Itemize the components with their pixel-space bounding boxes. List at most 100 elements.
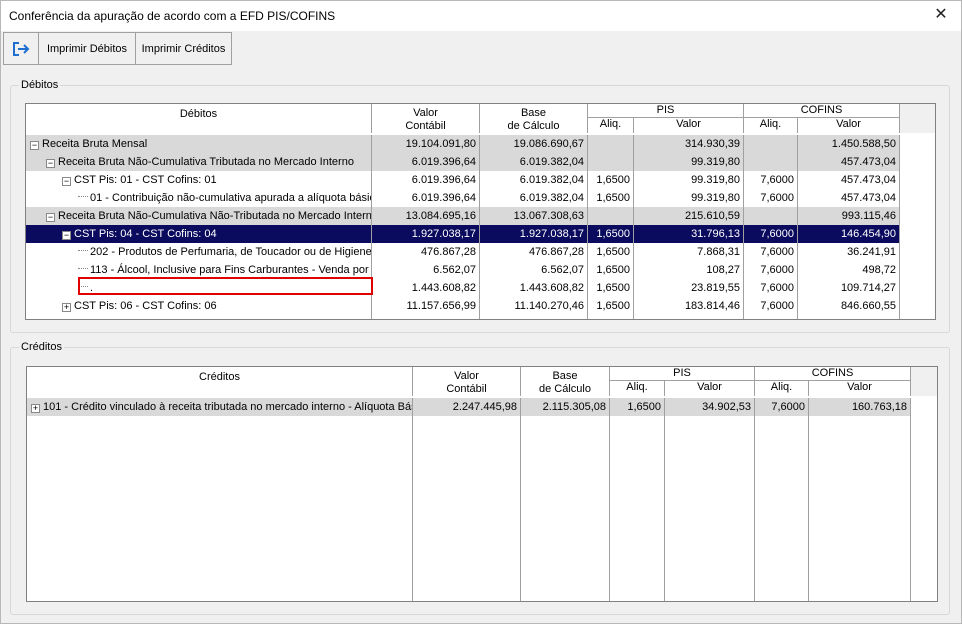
table-row[interactable]: − CST Pis: 01 - CST Cofins: 01 6.019.396,6…: [26, 171, 900, 189]
row-label-cell[interactable]: − Receita Bruta Não-Cumulativa Tributada …: [26, 153, 372, 171]
table-row[interactable]: + CST Pis: 06 - CST Cofins: 06 11.157.656,…: [26, 297, 900, 315]
row-pis_aliq-cell[interactable]: [588, 207, 634, 225]
row-vc-cell[interactable]: 6.019.396,64: [372, 189, 480, 207]
row-vc-cell[interactable]: 13.084.695,16: [372, 207, 480, 225]
row-pis_valor-cell[interactable]: 7.868,31: [634, 243, 744, 261]
collapse-icon[interactable]: −: [62, 177, 71, 186]
row-cof_valor-cell[interactable]: 498,72: [798, 261, 900, 279]
row-bc-cell[interactable]: 1.443.608,82: [480, 279, 588, 297]
header-cred-cofins-aliq[interactable]: Aliq.: [755, 381, 809, 396]
row-pis_aliq-cell[interactable]: [588, 153, 634, 171]
row-vc-cell[interactable]: 476.867,28: [372, 243, 480, 261]
row-pis_valor-cell[interactable]: 31.796,13: [634, 225, 744, 243]
collapse-icon[interactable]: −: [46, 213, 55, 222]
row-cof_aliq-cell[interactable]: 7,6000: [744, 189, 798, 207]
row-vc-cell[interactable]: 6.562,07: [372, 261, 480, 279]
row-pis_valor-cell[interactable]: 34.902,53: [665, 398, 755, 416]
header-cred-cofins-valor[interactable]: Valor: [809, 381, 911, 396]
table-row[interactable]: +101 - Crédito vinculado à receita tribu…: [27, 398, 911, 416]
row-label-cell[interactable]: 202 - Produtos de Perfumaria, de Toucado…: [26, 243, 372, 261]
print-debits-button[interactable]: Imprimir Débitos: [38, 32, 136, 65]
row-label-cell[interactable]: − Receita Bruta Mensal: [26, 135, 372, 153]
row-vc-cell[interactable]: 6.019.396,64: [372, 153, 480, 171]
row-label-cell[interactable]: − CST Pis: 04 - CST Cofins: 04: [26, 225, 372, 243]
row-pis_aliq-cell[interactable]: 1,6500: [588, 189, 634, 207]
header-debitos[interactable]: Débitos: [26, 104, 372, 133]
row-cof_valor-cell[interactable]: 457.473,04: [798, 189, 900, 207]
header-creditos[interactable]: Créditos: [27, 367, 413, 396]
row-pis_aliq-cell[interactable]: 1,6500: [588, 225, 634, 243]
row-pis_valor-cell[interactable]: 99.319,80: [634, 153, 744, 171]
table-row[interactable]: − CST Pis: 04 - CST Cofins: 04 1.927.038,1…: [26, 225, 900, 243]
row-label-cell[interactable]: +101 - Crédito vinculado à receita tribu…: [27, 398, 413, 416]
row-cof_valor-cell[interactable]: 846.660,55: [798, 297, 900, 315]
header-cred-pis-valor[interactable]: Valor: [665, 381, 755, 396]
row-bc-cell[interactable]: 13.067.308,63: [480, 207, 588, 225]
table-row[interactable]: 01 - Contribuição não-cumulativa apurada…: [26, 189, 900, 207]
row-vc-cell[interactable]: 11.157.656,99: [372, 297, 480, 315]
row-cof_valor-cell[interactable]: 993.115,46: [798, 207, 900, 225]
row-bc-cell[interactable]: 6.019.382,04: [480, 153, 588, 171]
row-bc-cell[interactable]: 1.927.038,17: [480, 225, 588, 243]
expand-icon[interactable]: +: [62, 303, 71, 312]
collapse-icon[interactable]: −: [62, 231, 71, 240]
header-pis-valor[interactable]: Valor: [634, 118, 744, 133]
row-cof_aliq-cell[interactable]: 7,6000: [755, 398, 809, 416]
row-cof_valor-cell[interactable]: 146.454,90: [798, 225, 900, 243]
header-cofins-aliq[interactable]: Aliq.: [744, 118, 798, 133]
row-cof_valor-cell[interactable]: 457.473,04: [798, 171, 900, 189]
row-bc-cell[interactable]: 11.140.270,46: [480, 297, 588, 315]
header-cred-pis-aliq[interactable]: Aliq.: [610, 381, 665, 396]
table-row[interactable]: 202 - Produtos de Perfumaria, de Toucado…: [26, 243, 900, 261]
row-cof_aliq-cell[interactable]: 7,6000: [744, 261, 798, 279]
row-cof_aliq-cell[interactable]: [744, 135, 798, 153]
row-vc-cell[interactable]: 19.104.091,80: [372, 135, 480, 153]
row-pis_aliq-cell[interactable]: 1,6500: [588, 261, 634, 279]
row-bc-cell[interactable]: 2.115.305,08: [521, 398, 610, 416]
row-bc-cell[interactable]: 6.019.382,04: [480, 189, 588, 207]
row-label-cell[interactable]: − CST Pis: 01 - CST Cofins: 01: [26, 171, 372, 189]
header-cred-valor-contabil[interactable]: Valor Contábil: [413, 367, 521, 396]
header-base-calculo[interactable]: Base de Cálculo: [480, 104, 588, 133]
row-pis_aliq-cell[interactable]: [588, 135, 634, 153]
row-pis_valor-cell[interactable]: 215.610,59: [634, 207, 744, 225]
row-pis_aliq-cell[interactable]: 1,6500: [588, 243, 634, 261]
row-cof_aliq-cell[interactable]: 7,6000: [744, 279, 798, 297]
row-cof_aliq-cell[interactable]: 7,6000: [744, 225, 798, 243]
row-pis_valor-cell[interactable]: 314.930,39: [634, 135, 744, 153]
close-icon[interactable]: ✕: [929, 4, 953, 26]
row-label-cell[interactable]: − Receita Bruta Não-Cumulativa Não-Tribut…: [26, 207, 372, 225]
header-valor-contabil[interactable]: Valor Contábil: [372, 104, 480, 133]
credits-grid[interactable]: Créditos Valor Contábil Base de Cálculo …: [26, 366, 938, 602]
row-vc-cell[interactable]: 6.019.396,64: [372, 171, 480, 189]
exit-button[interactable]: [3, 32, 39, 65]
table-row[interactable]: − Receita Bruta Não-Cumulativa Não-Tribut…: [26, 207, 900, 225]
row-vc-cell[interactable]: 1.927.038,17: [372, 225, 480, 243]
row-cof_valor-cell[interactable]: 160.763,18: [809, 398, 911, 416]
row-pis_valor-cell[interactable]: 99.319,80: [634, 189, 744, 207]
row-pis_valor-cell[interactable]: 99.319,80: [634, 171, 744, 189]
expand-icon[interactable]: +: [31, 404, 40, 413]
table-row[interactable]: − Receita Bruta Não-Cumulativa Tributada …: [26, 153, 900, 171]
row-pis_aliq-cell[interactable]: 1,6500: [588, 297, 634, 315]
collapse-icon[interactable]: −: [30, 141, 39, 150]
row-bc-cell[interactable]: 6.562,07: [480, 261, 588, 279]
row-cof_aliq-cell[interactable]: [744, 153, 798, 171]
row-cof_valor-cell[interactable]: 36.241,91: [798, 243, 900, 261]
row-bc-cell[interactable]: 6.019.382,04: [480, 171, 588, 189]
row-pis_aliq-cell[interactable]: 1,6500: [588, 279, 634, 297]
row-label-cell[interactable]: 01 - Contribuição não-cumulativa apurada…: [26, 189, 372, 207]
header-pis-aliq[interactable]: Aliq.: [588, 118, 634, 133]
row-cof_aliq-cell[interactable]: 7,6000: [744, 297, 798, 315]
header-cofins-valor[interactable]: Valor: [798, 118, 900, 133]
row-vc-cell[interactable]: 1.443.608,82: [372, 279, 480, 297]
row-pis_valor-cell[interactable]: 108,27: [634, 261, 744, 279]
header-cred-base-calculo[interactable]: Base de Cálculo: [521, 367, 610, 396]
collapse-icon[interactable]: −: [46, 159, 55, 168]
row-pis_valor-cell[interactable]: 183.814,46: [634, 297, 744, 315]
row-pis_aliq-cell[interactable]: 1,6500: [588, 171, 634, 189]
row-cof_valor-cell[interactable]: 109.714,27: [798, 279, 900, 297]
row-cof_valor-cell[interactable]: 1.450.588,50: [798, 135, 900, 153]
row-bc-cell[interactable]: 19.086.690,67: [480, 135, 588, 153]
row-cof_valor-cell[interactable]: 457.473,04: [798, 153, 900, 171]
